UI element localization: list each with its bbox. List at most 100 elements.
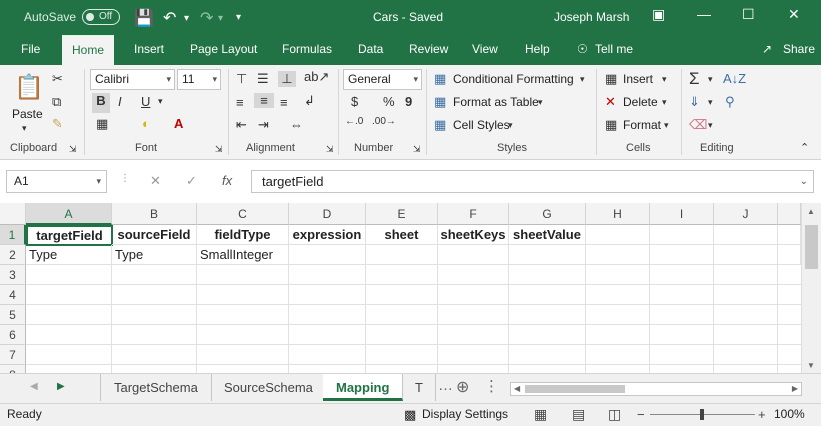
column-header[interactable]: H — [586, 203, 650, 225]
align-right-icon[interactable]: ≡ — [280, 95, 288, 110]
cell-b1[interactable]: sourceField — [112, 225, 197, 245]
more-sheets-icon[interactable]: ⋮ — [484, 377, 499, 395]
decrease-indent-icon[interactable]: ⇤ — [236, 117, 247, 133]
row-header[interactable]: 6 — [0, 325, 26, 345]
undo-icon[interactable]: ↶ — [163, 8, 176, 28]
conditional-formatting-icon[interactable]: ▦ — [434, 71, 446, 87]
scroll-right-icon[interactable]: ▶ — [792, 384, 798, 393]
sheet-tab-targetschema[interactable]: TargetSchema — [101, 374, 212, 401]
font-size-select[interactable]: 11 ▾ — [177, 69, 221, 90]
column-header[interactable]: D — [289, 203, 366, 225]
redo-dropdown-icon[interactable]: ▾ — [218, 13, 223, 24]
share-icon[interactable]: ↗ — [762, 42, 772, 56]
cell-d1[interactable]: expression — [289, 225, 366, 245]
cell[interactable] — [650, 225, 714, 245]
format-cells-icon[interactable]: ▦ — [605, 117, 617, 133]
row-header[interactable]: 7 — [0, 345, 26, 365]
cell[interactable] — [586, 225, 650, 245]
cell-c2[interactable]: SmallInteger — [197, 245, 289, 265]
tab-insert[interactable]: Insert — [134, 42, 164, 56]
expand-formula-icon[interactable]: ⌄ — [800, 171, 808, 192]
fill-color-icon[interactable]: ◐ — [142, 116, 150, 131]
conditional-formatting-button[interactable]: Conditional Formatting — [453, 72, 574, 86]
borders-icon[interactable]: ▦ — [96, 116, 108, 132]
alignment-launcher-icon[interactable]: ⇲ — [326, 144, 334, 155]
cell-g1[interactable]: sheetValue — [509, 225, 586, 245]
row-header[interactable]: 2 — [0, 245, 26, 265]
column-header[interactable]: E — [366, 203, 438, 225]
column-header[interactable] — [778, 203, 801, 225]
number-format-select[interactable]: General ▾ — [343, 69, 422, 90]
wrap-text-icon[interactable]: ↲ — [304, 93, 315, 109]
align-middle-icon[interactable]: ☰ — [257, 71, 269, 87]
percent-button[interactable]: % — [383, 94, 395, 109]
chevron-down-icon[interactable]: ▾ — [708, 120, 713, 131]
chevron-down-icon[interactable]: ▾ — [664, 120, 669, 131]
tab-data[interactable]: Data — [358, 42, 383, 56]
zoom-slider-thumb[interactable] — [700, 409, 704, 420]
tab-view[interactable]: View — [472, 42, 498, 56]
collapse-ribbon-icon[interactable]: ⌃ — [800, 141, 809, 154]
save-icon[interactable]: 💾 — [134, 8, 154, 28]
chevron-down-icon[interactable]: ▾ — [580, 74, 585, 85]
format-as-table-button[interactable]: Format as Table — [453, 95, 539, 109]
chevron-down-icon[interactable]: ▾ — [662, 74, 667, 85]
user-name[interactable]: Joseph Marsh — [554, 10, 629, 24]
insert-cells-icon[interactable]: ▦ — [605, 71, 617, 87]
cell[interactable] — [714, 225, 778, 245]
font-name-select[interactable]: Calibri ▾ — [90, 69, 175, 90]
insert-function-button[interactable]: fx — [222, 173, 232, 188]
cell-f1[interactable]: sheetKeys — [438, 225, 509, 245]
sheet-tab-mapping[interactable]: Mapping — [323, 374, 404, 401]
display-settings-button[interactable]: Display Settings — [422, 404, 508, 425]
scroll-down-icon[interactable]: ▼ — [807, 361, 815, 370]
row-header[interactable]: 8 — [0, 365, 26, 373]
new-sheet-icon[interactable]: ⊕ — [456, 377, 469, 397]
next-sheet-icon[interactable]: ▶ — [57, 381, 65, 392]
column-header[interactable]: C — [197, 203, 289, 225]
customize-qat-icon[interactable]: ▾ — [236, 12, 241, 23]
tab-review[interactable]: Review — [409, 42, 448, 56]
tell-me-box[interactable]: Tell me — [595, 42, 633, 56]
zoom-in-icon[interactable]: + — [758, 404, 766, 425]
comma-style-button[interactable]: 9 — [405, 94, 412, 109]
column-header[interactable]: I — [650, 203, 714, 225]
cell[interactable] — [438, 245, 509, 265]
paste-icon[interactable]: 📋 — [14, 73, 44, 102]
scroll-left-icon[interactable]: ◀ — [514, 384, 520, 393]
insert-cells-button[interactable]: Insert — [623, 72, 653, 86]
tab-home[interactable]: Home — [62, 35, 115, 66]
chevron-down-icon[interactable]: ▾ — [508, 120, 513, 131]
fill-icon[interactable]: ⇓ — [689, 94, 700, 110]
redo-icon[interactable]: ↷ — [200, 8, 213, 28]
normal-view-icon[interactable]: ▦ — [534, 404, 547, 425]
maximize-icon[interactable]: ☐ — [742, 6, 755, 23]
delete-cells-button[interactable]: Delete — [623, 95, 658, 109]
cut-icon[interactable]: ✂ — [52, 71, 63, 87]
column-header[interactable]: A — [26, 203, 112, 225]
font-launcher-icon[interactable]: ⇲ — [215, 144, 223, 155]
cell[interactable] — [586, 245, 650, 265]
row-header[interactable]: 1 — [0, 225, 26, 245]
undo-dropdown-icon[interactable]: ▾ — [184, 13, 189, 24]
increase-indent-icon[interactable]: ⇥ — [258, 117, 269, 133]
copy-icon[interactable]: ⧉ — [52, 94, 61, 110]
merge-center-icon[interactable]: ⇔ — [290, 117, 303, 132]
cell[interactable] — [366, 245, 438, 265]
enter-icon[interactable]: ✓ — [186, 173, 197, 189]
formula-input[interactable]: targetField ⌄ — [251, 170, 814, 193]
cell-e1[interactable]: sheet — [366, 225, 438, 245]
page-layout-view-icon[interactable]: ▤ — [572, 404, 585, 425]
orientation-icon[interactable]: ab↗ — [304, 69, 329, 85]
paste-dropdown-icon[interactable]: ▾ — [22, 123, 27, 134]
vertical-scroll-thumb[interactable] — [805, 225, 818, 269]
delete-cells-icon[interactable]: ✕ — [605, 94, 616, 110]
minimize-icon[interactable]: — — [697, 6, 711, 22]
cell[interactable] — [714, 245, 778, 265]
column-header[interactable]: J — [714, 203, 778, 225]
tab-help[interactable]: Help — [525, 42, 550, 56]
spreadsheet-grid[interactable]: A B C D E F G H I J 1 2 3 4 5 6 7 8 targ… — [0, 203, 821, 373]
zoom-level[interactable]: 100% — [774, 404, 805, 425]
cell[interactable] — [650, 245, 714, 265]
horizontal-scrollbar[interactable]: ◀ ▶ — [510, 382, 802, 396]
